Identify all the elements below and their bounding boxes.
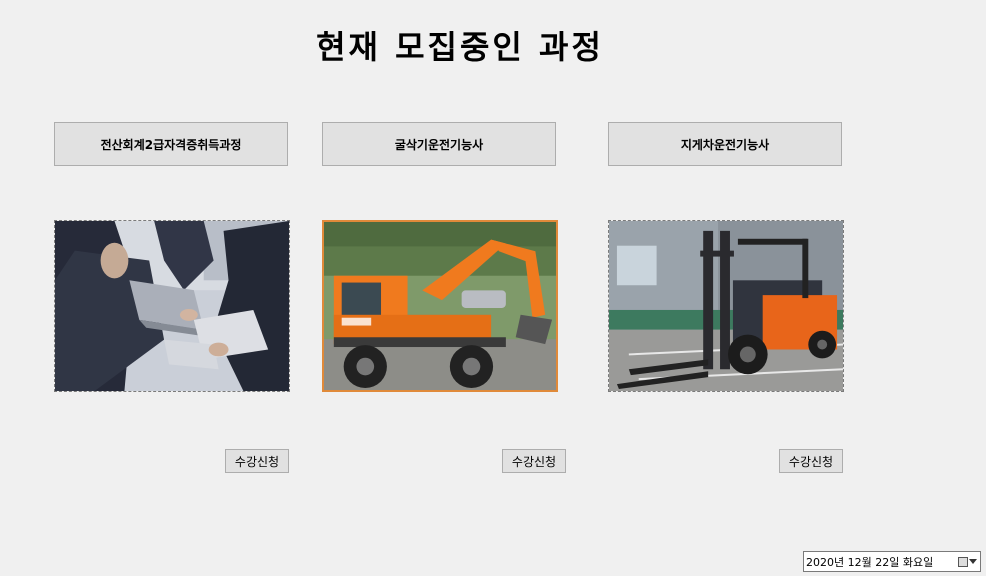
excavator-photo: [324, 222, 556, 390]
apply-button-accounting[interactable]: 수강신청: [225, 449, 289, 473]
date-picker-dropdown-button[interactable]: [954, 552, 980, 571]
calendar-icon: [957, 556, 968, 567]
excavator-image[interactable]: [322, 220, 558, 392]
course-button-excavator[interactable]: 굴삭기운전기능사: [322, 122, 556, 166]
apply-button-forklift[interactable]: 수강신청: [779, 449, 843, 473]
date-picker[interactable]: 2020년 12월 22일 화요일: [803, 551, 981, 572]
apply-button-excavator[interactable]: 수강신청: [502, 449, 566, 473]
office-meeting-image[interactable]: [54, 220, 290, 392]
course-button-forklift[interactable]: 지게차운전기능사: [608, 122, 842, 166]
chevron-down-icon: [968, 559, 977, 564]
course-button-accounting[interactable]: 전산회계2급자격증취득과정: [54, 122, 288, 166]
forklift-photo: [609, 221, 843, 391]
date-picker-value: 2020년 12월 22일 화요일: [806, 555, 934, 569]
page-title: 현재 모집중인 과정: [316, 28, 604, 66]
office-meeting-photo: [55, 221, 289, 391]
forklift-image[interactable]: [608, 220, 844, 392]
